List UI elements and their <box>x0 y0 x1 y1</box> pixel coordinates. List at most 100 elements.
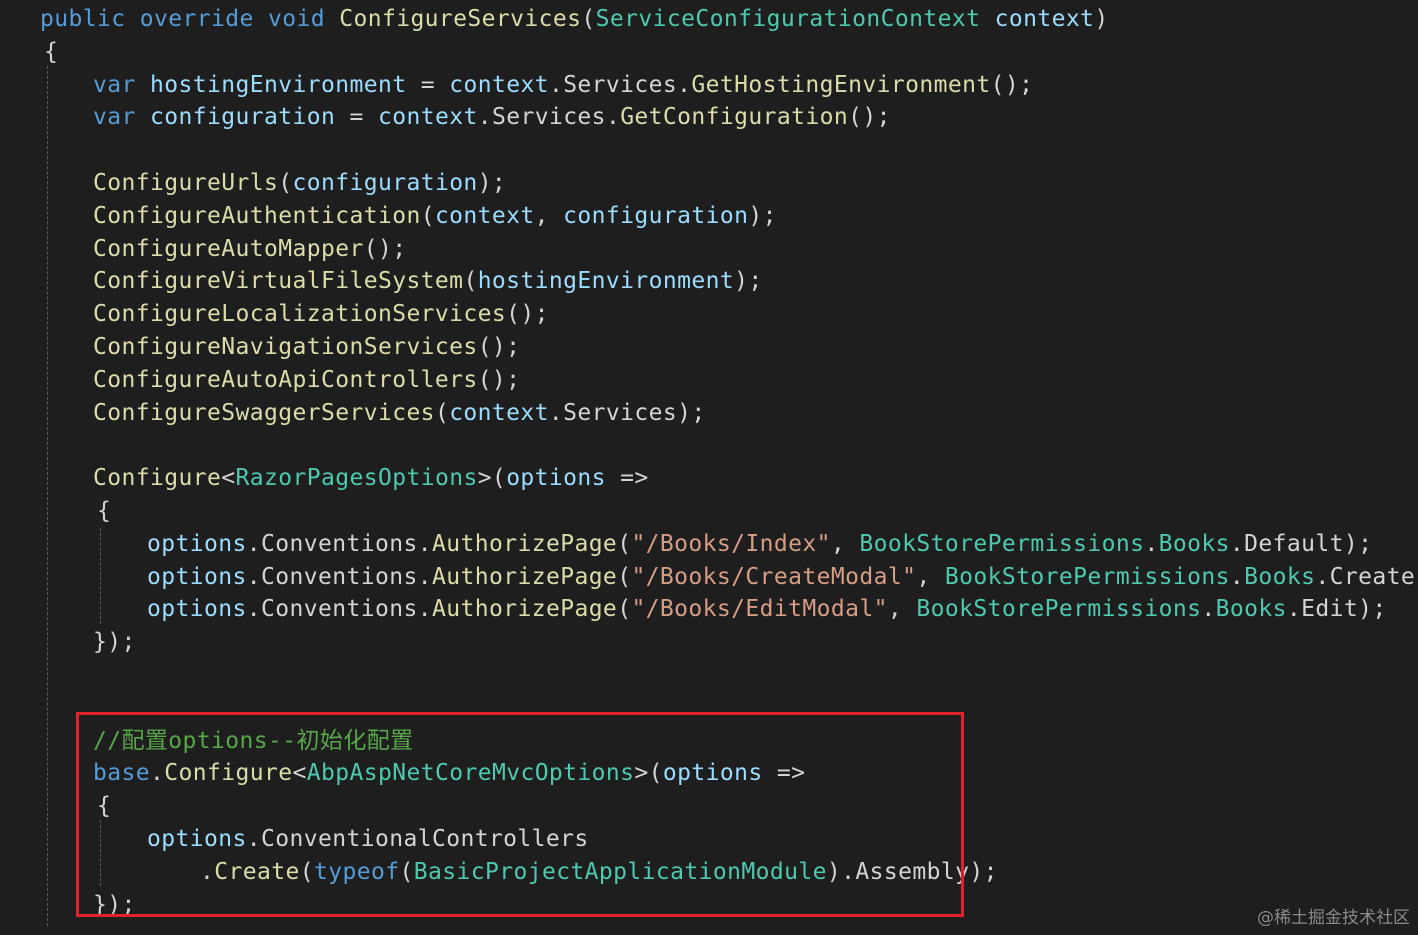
code-line: ConfigureVirtualFileSystem(hostingEnviro… <box>93 265 763 298</box>
method-token: AuthorizePage <box>431 596 618 623</box>
type-token: Books <box>1244 563 1316 590</box>
punctuation-token: = <box>420 71 450 98</box>
punctuation-token: Conventions <box>260 596 418 623</box>
punctuation-token: ); <box>477 170 507 196</box>
type-token: BookStorePermissions <box>944 563 1230 590</box>
variable-token: context <box>449 399 549 426</box>
method-token: ConfigureAutoApiControllers <box>93 366 478 393</box>
watermark: @稀土掘金技术社区 <box>1257 908 1410 928</box>
punctuation-token: Services <box>563 399 678 426</box>
punctuation-token: ( <box>581 6 596 32</box>
punctuation-token: }); <box>93 629 136 656</box>
code-line: options.Conventions.AuthorizePage("/Book… <box>147 528 1372 561</box>
code-line: { <box>44 36 58 69</box>
code-line: options.Conventions.AuthorizePage("/Book… <box>147 561 1418 594</box>
method-token: GetHostingEnvironment <box>691 71 991 98</box>
variable-token: hostingEnvironment <box>150 71 421 98</box>
string-token: "/Books/EditModal" <box>631 596 888 623</box>
variable-token: context <box>449 71 549 98</box>
punctuation-token: ) <box>1094 6 1109 32</box>
code-line: var configuration = context.Services.Get… <box>93 101 891 134</box>
punctuation-token: Conventions <box>260 563 418 590</box>
variable-token: context <box>434 202 535 229</box>
indent-guide <box>100 528 101 624</box>
variable-token: options <box>506 465 621 492</box>
punctuation-token: , <box>916 563 945 590</box>
method-token: ConfigureServices <box>339 6 582 32</box>
punctuation-token: >( <box>477 465 507 492</box>
punctuation-token: ); <box>677 399 706 426</box>
punctuation-token: ( <box>278 170 293 196</box>
punctuation-token: Services <box>563 71 678 98</box>
code-line: Configure<RazorPagesOptions>(options => <box>93 462 649 495</box>
punctuation-token: ); <box>734 268 763 295</box>
type-token: BookStorePermissions <box>916 596 1202 623</box>
punctuation-token: . <box>1201 596 1216 623</box>
type-token: Books <box>1215 596 1287 623</box>
variable-token: configuration <box>150 104 350 131</box>
method-token: ConfigureVirtualFileSystem <box>93 268 464 295</box>
code-line: var hostingEnvironment = context.Service… <box>93 69 1033 102</box>
punctuation-token: . <box>246 596 261 623</box>
punctuation-token: . <box>1229 530 1245 557</box>
punctuation-token: ( <box>434 399 450 426</box>
method-token: AuthorizePage <box>431 563 618 590</box>
punctuation-token: ); <box>969 858 998 885</box>
punctuation-token: . <box>246 563 261 590</box>
code-line: ConfigureUrls(configuration); <box>93 167 506 200</box>
punctuation-token: . <box>1229 563 1245 590</box>
type-token: ServiceConfigurationContext <box>595 6 995 32</box>
punctuation-token: , <box>887 596 917 623</box>
indent-guide <box>47 66 48 926</box>
variable-token: configuration <box>292 170 478 196</box>
variable-token: options <box>147 530 247 557</box>
method-token: ConfigureNavigationServices <box>93 334 478 360</box>
string-token: "/Books/CreateModal" <box>631 563 917 590</box>
method-token: ConfigureUrls <box>93 170 279 196</box>
punctuation-token: (); <box>506 301 549 328</box>
variable-token: configuration <box>563 202 749 229</box>
punctuation-token: , <box>830 530 860 557</box>
punctuation-token: (); <box>363 235 407 262</box>
code-line: }); <box>93 626 136 659</box>
punctuation-token: ( <box>463 268 478 295</box>
punctuation-token: < <box>221 465 236 492</box>
punctuation-token: ); <box>748 202 777 229</box>
punctuation-token: (); <box>990 71 1034 98</box>
punctuation-token: . <box>417 563 432 590</box>
punctuation-token: . <box>417 596 432 623</box>
method-token: Configure <box>93 465 222 492</box>
code-line: ConfigureSwaggerServices(context.Service… <box>93 397 706 430</box>
code-line: ConfigureAutoMapper(); <box>93 233 406 266</box>
punctuation-token: . <box>548 399 564 426</box>
punctuation-token: Edit <box>1301 596 1359 623</box>
punctuation-token: ( <box>420 202 435 229</box>
keyword-token: public override void <box>40 6 340 32</box>
variable-token: context <box>994 6 1095 32</box>
code-line: options.Conventions.AuthorizePage("/Book… <box>147 593 1387 626</box>
method-token: ConfigureSwaggerServices <box>93 399 435 426</box>
code-line: ConfigureNavigationServices(); <box>93 331 520 364</box>
punctuation-token: ( <box>617 530 632 557</box>
code-line: { <box>97 495 111 528</box>
code-line: ConfigureAuthentication(context, configu… <box>93 200 777 233</box>
code-line: ConfigureAutoApiControllers(); <box>93 364 520 397</box>
string-token: "/Books/Index" <box>631 530 831 557</box>
punctuation-token: => <box>620 465 649 492</box>
punctuation-token: (); <box>477 366 521 393</box>
punctuation-token: { <box>44 38 59 65</box>
punctuation-token: (); <box>848 104 891 131</box>
variable-token: hostingEnvironment <box>477 268 735 295</box>
method-token: ConfigureAutoMapper <box>93 235 364 262</box>
method-token: ConfigureLocalizationServices <box>93 301 507 328</box>
punctuation-token: ( <box>617 596 632 623</box>
method-token: ConfigureAuthentication <box>93 202 421 229</box>
variable-token: options <box>147 563 247 590</box>
punctuation-token: Default <box>1244 530 1344 557</box>
code-line: ConfigureLocalizationServices(); <box>93 298 549 331</box>
code-line: public override void ConfigureServices(S… <box>40 3 1109 36</box>
punctuation-token: Create <box>1329 563 1416 590</box>
keyword-token: var <box>93 71 150 98</box>
method-token: AuthorizePage <box>431 530 618 557</box>
punctuation-token: . <box>1315 563 1330 590</box>
